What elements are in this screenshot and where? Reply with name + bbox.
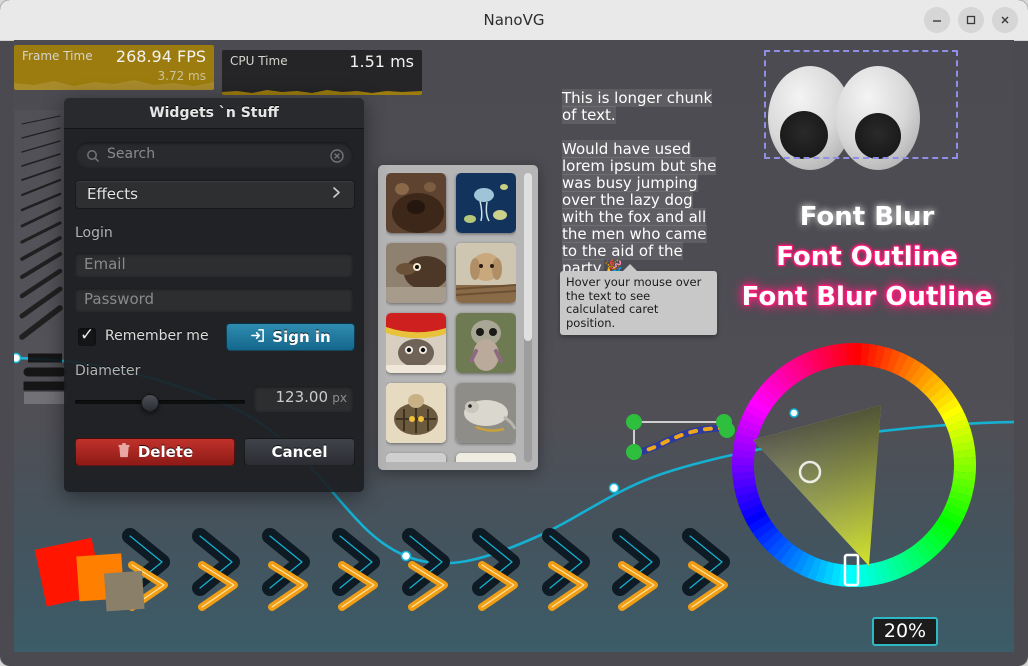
bezier-widget xyxy=(626,414,735,460)
delete-button[interactable]: Delete xyxy=(75,438,235,466)
thumbnail-item[interactable] xyxy=(386,453,446,462)
sign-in-button[interactable]: Sign in xyxy=(226,323,355,351)
paragraph-line-1: This is longer chunk xyxy=(562,89,713,107)
diameter-value-field[interactable]: 123.00 px xyxy=(254,386,353,412)
gl-canvas: Frame Time 268.94 FPS 3.72 ms CPU Time 1… xyxy=(14,40,1014,652)
fps-graph: Frame Time 268.94 FPS 3.72 ms xyxy=(14,45,214,90)
chevron-right-icon xyxy=(331,185,342,204)
thumbnail-item[interactable] xyxy=(386,383,446,443)
font-outline-label: Font Outline xyxy=(776,242,958,272)
cancel-label: Cancel xyxy=(271,443,328,461)
squares-demo xyxy=(34,537,145,612)
fps-graph-value: 268.94 FPS xyxy=(115,47,206,66)
password-placeholder: Password xyxy=(84,290,155,308)
paragraph-line-2: of text. xyxy=(562,106,616,124)
close-icon[interactable] xyxy=(992,7,1018,33)
widgets-panel-title: Widgets `n Stuff xyxy=(149,105,279,121)
widgets-panel-header: Widgets `n Stuff xyxy=(64,98,364,129)
app-root: NanoVG Frame Time 268.94 FPS 3.72 ms CPU… xyxy=(0,0,1028,666)
email-placeholder: Email xyxy=(84,255,126,273)
search-field[interactable]: Search xyxy=(75,142,353,168)
thumbnail-item[interactable] xyxy=(456,173,516,233)
search-placeholder: Search xyxy=(107,146,156,162)
maximize-icon[interactable] xyxy=(958,7,984,33)
clear-search-icon[interactable] xyxy=(330,148,344,167)
color-picker-wheel xyxy=(732,343,976,587)
diameter-slider[interactable] xyxy=(75,394,245,412)
cpu-graph: CPU Time 1.51 ms xyxy=(222,50,422,95)
window-title: NanoVG xyxy=(483,11,545,29)
chevron-row xyxy=(122,528,730,611)
thumbnail-item[interactable] xyxy=(386,243,446,303)
thumbnail-scrollbar-thumb[interactable] xyxy=(524,173,532,341)
cancel-button[interactable]: Cancel xyxy=(244,438,355,466)
thumbnail-item[interactable] xyxy=(386,173,446,233)
login-icon xyxy=(250,328,265,347)
thumbnail-item[interactable] xyxy=(456,383,516,443)
percent-badge: 20% xyxy=(872,617,938,646)
paragraph-body: Would have used lorem ipsum but she was … xyxy=(562,140,717,277)
check-icon: ✓ xyxy=(80,325,95,345)
cpu-graph-value: 1.51 ms xyxy=(349,52,414,71)
thumbnail-item[interactable] xyxy=(386,313,446,373)
window-titlebar: NanoVG xyxy=(0,0,1028,41)
cpu-graph-label: CPU Time xyxy=(230,54,288,68)
slider-knob[interactable] xyxy=(141,394,159,412)
delete-label: Delete xyxy=(137,443,194,461)
thumbnail-item[interactable] xyxy=(456,453,516,462)
thumbnail-item[interactable] xyxy=(456,313,516,373)
eyes-dashed-border xyxy=(764,50,958,159)
trash-icon xyxy=(117,442,131,462)
password-field[interactable]: Password xyxy=(75,288,353,312)
widgets-panel: Widgets `n Stuff Search Effects Login Em… xyxy=(64,98,364,492)
caret-tooltip: Hover your mouse over the text to see ca… xyxy=(560,264,717,335)
thumbnail-panel[interactable] xyxy=(378,165,538,470)
minimize-icon[interactable] xyxy=(924,7,950,33)
search-icon xyxy=(86,148,100,167)
window-controls xyxy=(924,7,1018,33)
fps-graph-label: Frame Time xyxy=(22,49,93,63)
effects-dropdown[interactable]: Effects xyxy=(75,180,355,209)
email-field[interactable]: Email xyxy=(75,253,353,277)
diameter-unit: px xyxy=(332,391,347,405)
paragraph-text: This is longer chunk of text. Would have… xyxy=(562,89,722,277)
login-group-label: Login xyxy=(75,225,113,241)
thumbnail-grid xyxy=(386,173,516,462)
effects-dropdown-label: Effects xyxy=(87,185,138,203)
font-blur-outline-label: Font Blur Outline xyxy=(741,282,993,312)
remember-me-label: Remember me xyxy=(105,328,209,344)
font-blur-label: Font Blur xyxy=(799,202,935,232)
diameter-label: Diameter xyxy=(75,363,141,379)
diameter-value: 123.00 xyxy=(275,388,329,406)
application-window: NanoVG Frame Time 268.94 FPS 3.72 ms CPU… xyxy=(0,0,1028,666)
fps-graph-sub: 3.72 ms xyxy=(157,69,206,83)
thumbnail-item[interactable] xyxy=(456,243,516,303)
sign-in-label: Sign in xyxy=(272,328,331,346)
thumbnail-scrollbar[interactable] xyxy=(524,173,532,462)
remember-me-checkbox[interactable]: ✓ Remember me xyxy=(78,325,228,349)
